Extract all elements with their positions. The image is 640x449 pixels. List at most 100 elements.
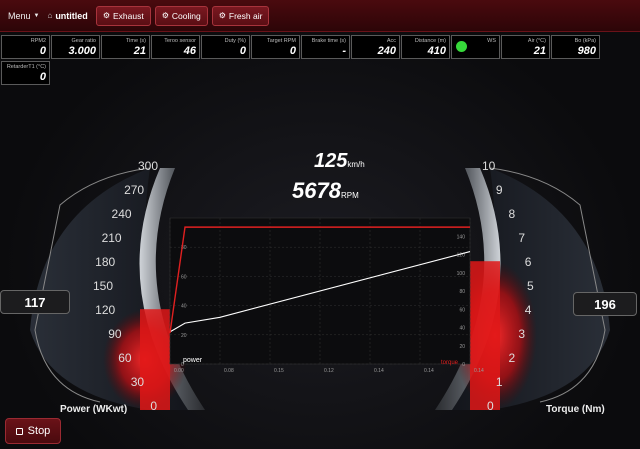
readout-label: Time (s) xyxy=(126,38,146,44)
scale-label: 6 xyxy=(525,255,532,269)
readout-retarder-t1: RetarderT1 (°C) 0 xyxy=(1,61,50,85)
y-right-tick-label: 60 xyxy=(459,307,465,313)
readout-value: 410 xyxy=(427,45,446,57)
power-axis-title: Power (WKwt) xyxy=(60,404,128,415)
readout-bo: Bo (kPa) 980 xyxy=(551,35,600,59)
y-right-tick-label: 40 xyxy=(459,326,465,332)
torque-series-label: torque xyxy=(441,360,459,366)
scale-label: 1 xyxy=(496,375,503,389)
y-right-tick-label: 0 xyxy=(462,362,465,368)
x-tick-label: 0.08 xyxy=(224,368,234,374)
menu-label: Menu xyxy=(8,10,31,21)
scale-label: 9 xyxy=(496,183,503,197)
readout-label: Target RPM xyxy=(266,38,296,44)
scale-label: 0 xyxy=(487,399,494,413)
scale-label: 30 xyxy=(131,375,145,389)
readout-ws: WS xyxy=(451,35,500,59)
torque-value: 196 xyxy=(594,296,616,312)
rpm-value: 5678 xyxy=(292,178,341,203)
x-tick-label: 0.14 xyxy=(424,368,434,374)
file-name[interactable]: ⌂ untitled xyxy=(47,11,87,21)
readout-label: Air (°C) xyxy=(527,38,546,44)
gear-icon: ⚙ xyxy=(161,11,169,20)
scale-label: 4 xyxy=(525,303,532,317)
readout-air: Air (°C) 21 xyxy=(501,35,550,59)
gauge-fill-bar xyxy=(140,309,170,410)
caret-down-icon: ▼ xyxy=(33,12,40,19)
scale-label: 180 xyxy=(95,255,115,269)
readout-value: 0 xyxy=(239,45,246,57)
scale-label: 300 xyxy=(138,159,158,173)
readout-time: Time (s) 21 xyxy=(101,35,150,59)
cooling-label: Cooling xyxy=(171,10,201,21)
readout-rpm2: RPM2 0 xyxy=(1,35,50,59)
fresh-air-label: Fresh air xyxy=(228,10,263,21)
readout-value: - xyxy=(342,45,346,57)
ws-status-indicator xyxy=(456,41,467,52)
rpm-readout: 5678RPM xyxy=(292,178,359,204)
y-left-tick-label: 20 xyxy=(181,333,187,339)
readout-label: Bo (kPa) xyxy=(574,38,596,44)
readout-label: Duty (%) xyxy=(224,38,246,44)
x-tick-label: 0.14 xyxy=(374,368,384,374)
scale-label: 150 xyxy=(93,279,113,293)
menu-button[interactable]: Menu ▼ xyxy=(8,11,39,21)
readout-acc: Acc 240 xyxy=(351,35,400,59)
stop-icon xyxy=(15,427,23,435)
scale-label: 60 xyxy=(118,351,132,365)
readout-label: Teroo sensor xyxy=(164,38,196,44)
x-tick-label: 0.14 xyxy=(474,368,484,374)
readout-value: 3.000 xyxy=(68,45,96,57)
speed-value: 125 xyxy=(314,150,348,172)
readout-label: RPM2 xyxy=(30,38,46,44)
y-right-tick-label: 20 xyxy=(459,344,465,350)
readout-value: 0 xyxy=(39,45,46,57)
readout-value: 0 xyxy=(39,71,46,83)
x-tick-label: 0.00 xyxy=(174,368,184,374)
power-value: 117 xyxy=(24,294,46,310)
power-value-box: 117 xyxy=(0,290,70,314)
speed-unit: km/h xyxy=(347,160,365,169)
scale-label: 0 xyxy=(150,399,157,413)
readout-brake-time: Brake time (s) - xyxy=(301,35,350,59)
readout-teroo-sensor: Teroo sensor 46 xyxy=(151,35,200,59)
x-tick-label: 0.12 xyxy=(324,368,334,374)
readout-label: RetarderT1 (°C) xyxy=(6,64,46,70)
readout-value: 21 xyxy=(533,45,546,57)
top-toolbar: Menu ▼ ⌂ untitled ⚙ Exhaust ⚙ Cooling ⚙ … xyxy=(0,0,640,32)
readout-label: Gear ratio xyxy=(71,38,96,44)
y-right-tick-label: 140 xyxy=(457,234,466,240)
gear-icon: ⚙ xyxy=(102,11,110,20)
readout-label: Acc xyxy=(386,38,396,44)
speed-readout: 125km/h xyxy=(314,150,365,173)
fresh-air-button[interactable]: ⚙ Fresh air xyxy=(211,5,270,26)
scale-label: 90 xyxy=(108,327,122,341)
scale-label: 270 xyxy=(124,183,144,197)
scale-label: 3 xyxy=(518,327,525,341)
readout-label: WS xyxy=(487,38,496,44)
exhaust-button[interactable]: ⚙ Exhaust xyxy=(95,5,151,26)
torque-axis-title: Torque (Nm) xyxy=(546,404,605,415)
y-right-tick-label: 100 xyxy=(457,271,466,277)
readout-distance: Distance (m) 410 xyxy=(401,35,450,59)
readout-target-rpm: Target RPM 0 xyxy=(251,35,300,59)
readout-value: 21 xyxy=(133,45,146,57)
y-left-tick-label: 40 xyxy=(181,304,187,310)
scale-label: 5 xyxy=(527,279,534,293)
readout-label: Distance (m) xyxy=(414,38,446,44)
scale-label: 7 xyxy=(518,231,525,245)
scale-label: 210 xyxy=(102,231,122,245)
power-series-label: power xyxy=(183,357,203,364)
scale-label: 240 xyxy=(112,207,132,221)
rpm-unit: RPM xyxy=(340,191,359,200)
scale-label: 8 xyxy=(508,207,515,221)
tag-icon: ⌂ xyxy=(47,11,53,20)
exhaust-label: Exhaust xyxy=(112,10,144,21)
file-name-label: untitled xyxy=(55,10,88,21)
gear-icon: ⚙ xyxy=(218,11,226,20)
cooling-button[interactable]: ⚙ Cooling xyxy=(154,5,208,26)
torque-value-box: 196 xyxy=(573,292,637,316)
x-tick-label: 0.15 xyxy=(274,368,284,374)
stop-label: Stop xyxy=(27,425,51,437)
stop-button[interactable]: Stop xyxy=(5,418,61,444)
